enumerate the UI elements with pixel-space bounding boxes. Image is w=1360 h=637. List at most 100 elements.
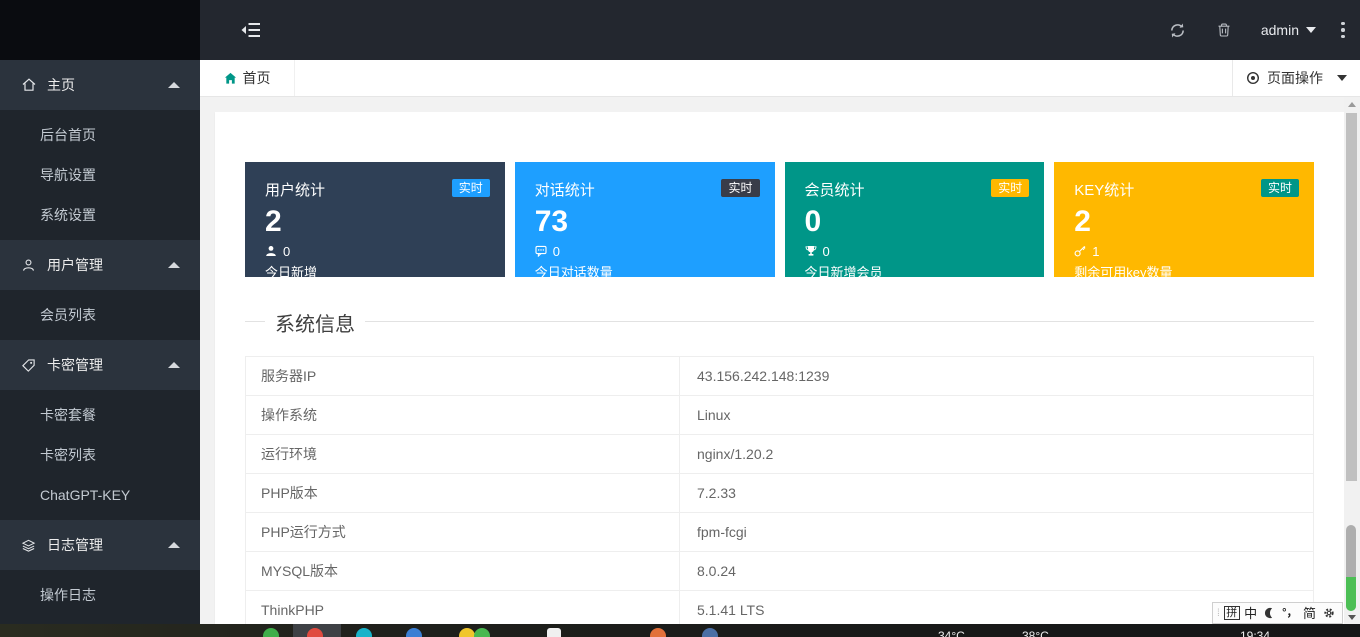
stat-card-dialogs: 对话统计 实时 73 0 今日对话数量 <box>515 162 775 277</box>
row-value: 8.0.24 <box>680 552 1313 590</box>
stat-title: 对话统计 <box>535 179 595 200</box>
refresh-icon[interactable] <box>1155 0 1201 60</box>
row-label: ThinkPHP <box>246 591 680 624</box>
sidebar-item-chatgpt-key[interactable]: ChatGPT-KEY <box>0 475 200 515</box>
ime-toolbar: ⁞ 拼 中 °， 简 <box>1212 602 1343 624</box>
dot-circle-icon <box>1246 71 1260 85</box>
sidebar-item-card-packages[interactable]: 卡密套餐 <box>0 395 200 435</box>
taskbar-app-icon[interactable] <box>307 628 323 637</box>
chevron-up-icon <box>168 82 180 88</box>
taskbar-app-icon[interactable] <box>702 628 718 637</box>
sidebar-item-system-settings[interactable]: 系统设置 <box>0 195 200 235</box>
realtime-badge: 实时 <box>721 179 759 197</box>
table-row: PHP运行方式 fpm-fcgi <box>246 513 1313 552</box>
sidebar-group-logs[interactable]: 日志管理 <box>0 520 200 570</box>
user-icon <box>265 245 278 258</box>
stat-sub-value: 0 <box>283 244 290 259</box>
logo-area <box>0 0 200 60</box>
user-menu[interactable]: admin <box>1247 0 1330 60</box>
row-label: PHP版本 <box>246 474 680 512</box>
stat-caption: 今日新增会员 <box>805 262 1030 281</box>
page-actions-button[interactable]: 页面操作 <box>1232 60 1360 96</box>
row-value: Linux <box>680 396 1313 434</box>
trash-icon[interactable] <box>1201 0 1247 60</box>
row-label: PHP运行方式 <box>246 513 680 551</box>
sidebar-item-operation-log[interactable]: 操作日志 <box>0 575 200 615</box>
sidebar-item-admin-home[interactable]: 后台首页 <box>0 115 200 155</box>
gear-icon[interactable] <box>1320 607 1338 619</box>
home-icon <box>224 72 237 85</box>
table-row: 服务器IP 43.156.242.148:1239 <box>246 357 1313 396</box>
ime-punctuation[interactable]: °， <box>1281 608 1299 619</box>
stat-title: 用户统计 <box>265 179 325 200</box>
taskbar-temp-1: 34°C <box>938 629 965 637</box>
sidebar-group-cards[interactable]: 卡密管理 <box>0 340 200 390</box>
sidebar-submenu: 卡密套餐 卡密列表 ChatGPT-KEY <box>0 390 200 520</box>
taskbar-app-icon[interactable] <box>406 628 422 637</box>
sidebar-item-card-list[interactable]: 卡密列表 <box>0 435 200 475</box>
taskbar-app-icon[interactable] <box>650 628 666 637</box>
trophy-icon <box>805 245 818 258</box>
stat-sub-value: 1 <box>1092 244 1099 259</box>
tab-home[interactable]: 首页 <box>200 60 295 96</box>
key-icon <box>1074 245 1087 258</box>
scroll-down-arrow[interactable] <box>1348 615 1356 620</box>
row-value: nginx/1.20.2 <box>680 435 1313 473</box>
sidebar: 主页 后台首页 导航设置 系统设置 用户管理 会员列表 卡密管理 卡密套餐 卡密… <box>0 60 200 624</box>
windows-taskbar: 34°C 38°C 19:34 <box>0 624 1360 637</box>
main-content: 用户统计 实时 2 0 今日新增 对话统计 实时 73 <box>200 97 1344 624</box>
tab-home-label: 首页 <box>243 68 271 88</box>
scrollbar[interactable] <box>1344 97 1360 624</box>
content-panel: 用户统计 实时 2 0 今日新增 对话统计 实时 73 <box>215 112 1344 624</box>
sidebar-item-member-list[interactable]: 会员列表 <box>0 295 200 335</box>
taskbar-temp-2: 38°C <box>1022 629 1049 637</box>
sidebar-group-label: 主页 <box>47 75 75 95</box>
taskbar-app-icon[interactable] <box>459 628 475 637</box>
table-row: ThinkPHP 5.1.41 LTS <box>246 591 1313 624</box>
more-options-icon[interactable] <box>1330 0 1356 60</box>
tab-bar: 首页 页面操作 <box>200 60 1360 97</box>
realtime-badge: 实时 <box>1261 179 1299 197</box>
row-value: 7.2.33 <box>680 474 1313 512</box>
top-header-bar: admin <box>200 0 1360 60</box>
stat-title: KEY统计 <box>1074 179 1134 200</box>
collapse-menu-icon[interactable] <box>240 20 262 40</box>
moon-icon[interactable] <box>1261 607 1279 619</box>
stat-card-members: 会员统计 实时 0 0 今日新增会员 <box>785 162 1045 277</box>
inner-scrollbar-thumb[interactable] <box>1346 525 1356 611</box>
chat-icon <box>535 245 548 258</box>
stat-value: 2 <box>1074 207 1299 237</box>
taskbar-app-icon[interactable] <box>356 628 372 637</box>
taskbar-clock: 19:34 <box>1240 629 1270 637</box>
stat-caption: 剩余可用key数量 <box>1074 262 1299 281</box>
sidebar-submenu: 后台首页 导航设置 系统设置 <box>0 110 200 240</box>
tag-icon <box>20 357 37 374</box>
ime-pinyin-logo[interactable]: 拼 <box>1224 606 1240 620</box>
stat-value: 73 <box>535 207 760 237</box>
row-label: 操作系统 <box>246 396 680 434</box>
stat-title: 会员统计 <box>805 179 865 200</box>
sidebar-item-nav-settings[interactable]: 导航设置 <box>0 155 200 195</box>
home-icon <box>20 77 37 94</box>
sidebar-group-users[interactable]: 用户管理 <box>0 240 200 290</box>
taskbar-app-icon[interactable] <box>547 628 561 637</box>
sidebar-group-label: 卡密管理 <box>47 355 103 375</box>
table-row: PHP版本 7.2.33 <box>246 474 1313 513</box>
ime-simplified[interactable]: 简 <box>1301 607 1319 620</box>
taskbar-app-icon[interactable] <box>474 628 490 637</box>
scrollbar-thumb[interactable] <box>1346 113 1357 481</box>
row-value: 43.156.242.148:1239 <box>680 357 1313 395</box>
sidebar-group-label: 日志管理 <box>47 535 103 555</box>
table-row: MYSQL版本 8.0.24 <box>246 552 1313 591</box>
row-label: MYSQL版本 <box>246 552 680 590</box>
stat-card-users: 用户统计 实时 2 0 今日新增 <box>245 162 505 277</box>
sidebar-group-home[interactable]: 主页 <box>0 60 200 110</box>
row-label: 运行环境 <box>246 435 680 473</box>
username-label: admin <box>1261 22 1299 38</box>
drag-handle-icon[interactable]: ⁞ <box>1217 608 1221 619</box>
ime-mode-chinese[interactable]: 中 <box>1242 607 1260 620</box>
scroll-up-arrow[interactable] <box>1348 102 1356 107</box>
taskbar-app-icon[interactable] <box>263 628 279 637</box>
layers-icon <box>20 537 37 554</box>
system-info-table: 服务器IP 43.156.242.148:1239 操作系统 Linux 运行环… <box>245 356 1314 624</box>
